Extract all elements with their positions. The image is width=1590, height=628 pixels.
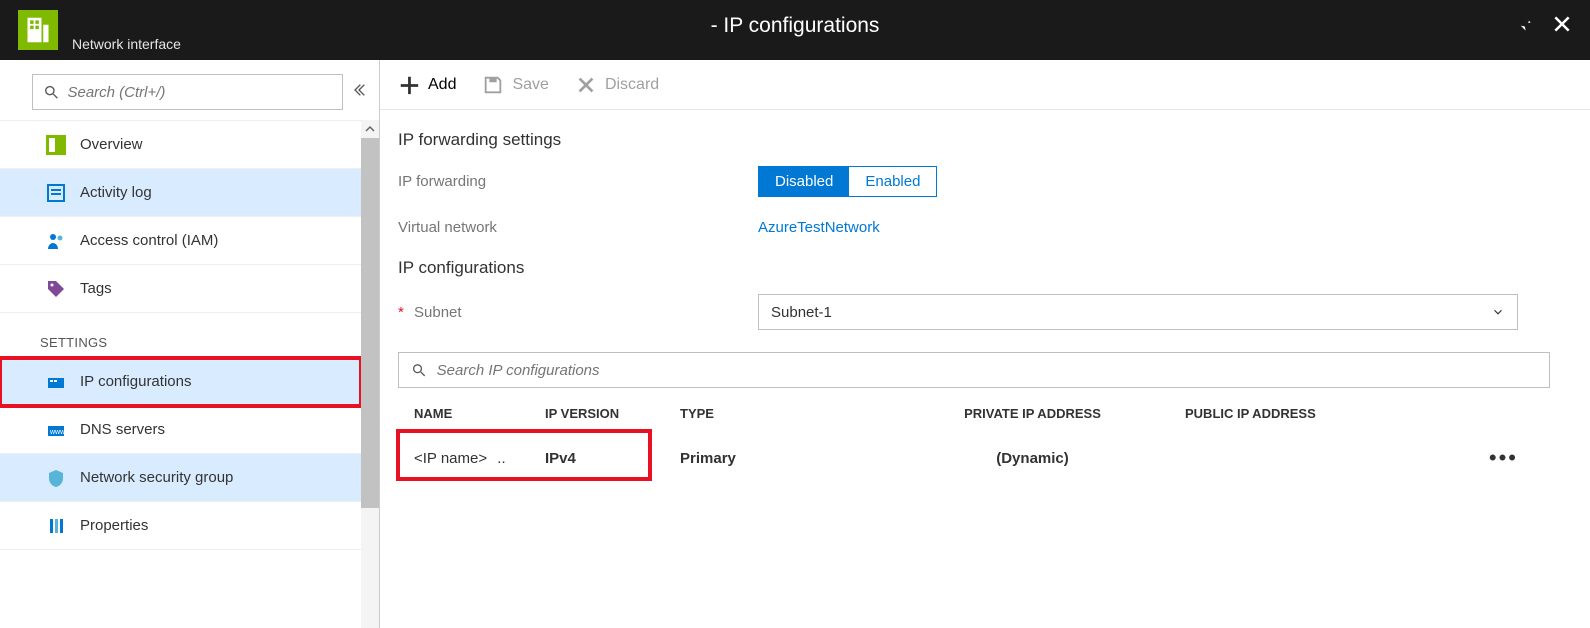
sidebar-item-tags[interactable]: Tags — [0, 265, 361, 313]
discard-label: Discard — [605, 76, 659, 94]
save-button: Save — [482, 74, 548, 96]
svg-text:www: www — [49, 429, 66, 436]
scrollbar-thumb[interactable] — [361, 138, 379, 508]
sidebar-item-properties[interactable]: Properties — [0, 502, 361, 550]
sidebar-item-dns-servers[interactable]: www DNS servers — [0, 406, 361, 454]
ip-forwarding-label: IP forwarding — [398, 173, 758, 190]
subnet-select[interactable]: Subnet-1 — [758, 294, 1518, 330]
col-header-name: NAME — [410, 406, 545, 421]
sidebar-item-label: Network security group — [80, 469, 233, 486]
ipconfig-filter-input[interactable] — [437, 362, 1537, 379]
overview-icon — [46, 135, 66, 155]
sidebar: Overview Activity log Access control (IA… — [0, 60, 380, 628]
save-icon — [482, 74, 504, 96]
cell-type: Primary — [680, 450, 880, 467]
command-bar: Add Save Discard — [380, 60, 1590, 110]
col-header-version: IP VERSION — [545, 406, 680, 421]
blade-header: Network interface - IP configurations — [0, 0, 1590, 60]
sidebar-search-input[interactable] — [67, 84, 332, 101]
ip-forwarding-toggle[interactable]: Disabled Enabled — [758, 166, 937, 197]
cell-private: (Dynamic) — [880, 450, 1185, 467]
sidebar-item-overview[interactable]: Overview — [0, 121, 361, 169]
resource-icon — [18, 10, 58, 50]
sidebar-item-label: Access control (IAM) — [80, 232, 218, 249]
virtual-network-link[interactable]: AzureTestNetwork — [758, 219, 880, 236]
sidebar-item-ip-configurations[interactable]: IP configurations — [0, 358, 361, 406]
main-panel: Add Save Discard IP forwarding settings … — [380, 60, 1590, 628]
discard-icon — [575, 74, 597, 96]
ipconfig-filter[interactable] — [398, 352, 1550, 388]
cell-version: IPv4 — [545, 450, 680, 467]
activity-log-icon — [46, 183, 66, 203]
sidebar-item-nsg[interactable]: Network security group — [0, 454, 361, 502]
discard-button: Discard — [575, 74, 659, 96]
sidebar-scrollbar[interactable] — [361, 120, 379, 628]
add-button[interactable]: Add — [398, 74, 456, 96]
subnet-label: * Subnet — [398, 304, 758, 321]
col-header-private: PRIVATE IP ADDRESS — [880, 406, 1185, 421]
sidebar-item-label: Tags — [80, 280, 112, 297]
toggle-disabled[interactable]: Disabled — [759, 167, 849, 196]
sidebar-item-label: Overview — [80, 136, 143, 153]
col-header-public: PUBLIC IP ADDRESS — [1185, 406, 1405, 421]
search-icon — [43, 83, 59, 101]
sidebar-item-label: Activity log — [80, 184, 152, 201]
shield-icon — [46, 468, 66, 488]
page-title: - IP configurations — [711, 14, 880, 38]
plus-icon — [398, 74, 420, 96]
subnet-label-text: Subnet — [414, 304, 462, 321]
resource-type-label: Network interface — [72, 36, 181, 52]
required-star: * — [398, 304, 404, 321]
ipconfig-table-header: NAME IP VERSION TYPE PRIVATE IP ADDRESS … — [398, 406, 1550, 421]
sidebar-search[interactable] — [32, 74, 343, 110]
ip-forwarding-section-title: IP forwarding settings — [398, 130, 1550, 150]
row-actions-button[interactable]: ••• — [1489, 445, 1518, 470]
properties-icon — [46, 516, 66, 536]
scroll-up-icon[interactable] — [361, 120, 379, 138]
virtual-network-label: Virtual network — [398, 219, 758, 236]
save-label: Save — [512, 76, 548, 94]
sidebar-item-label: DNS servers — [80, 421, 165, 438]
add-label: Add — [428, 76, 456, 94]
dns-icon: www — [46, 420, 66, 440]
ip-configurations-section-title: IP configurations — [398, 258, 1550, 278]
sidebar-item-label: Properties — [80, 517, 148, 534]
toggle-enabled[interactable]: Enabled — [849, 167, 936, 196]
subnet-select-value: Subnet-1 — [771, 304, 832, 321]
sidebar-section-settings: SETTINGS — [0, 313, 379, 358]
sidebar-item-label: IP configurations — [80, 373, 191, 390]
tags-icon — [46, 279, 66, 299]
ip-config-icon — [46, 372, 66, 392]
search-icon — [411, 362, 427, 378]
access-control-icon — [46, 231, 66, 251]
chevron-down-icon — [1491, 305, 1505, 319]
collapse-sidebar-button[interactable] — [351, 82, 367, 103]
sidebar-item-access-control[interactable]: Access control (IAM) — [0, 217, 361, 265]
ipconfig-table-row[interactable]: <IP name> .. IPv4 Primary (Dynamic) ••• — [398, 435, 1550, 481]
cell-name: <IP name> .. — [410, 450, 545, 467]
sidebar-item-activity-log[interactable]: Activity log — [0, 169, 361, 217]
pin-icon[interactable] — [1514, 14, 1534, 39]
col-header-type: TYPE — [680, 406, 880, 421]
close-icon[interactable] — [1552, 14, 1572, 39]
